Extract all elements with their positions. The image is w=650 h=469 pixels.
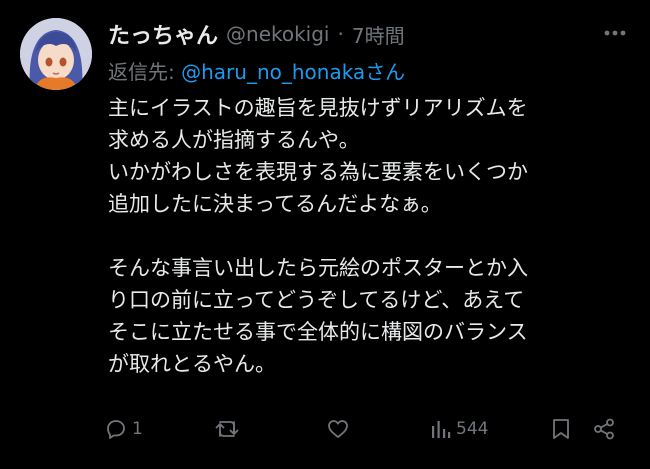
reply-context: 返信先: @haru_no_honakaさん [108, 56, 405, 85]
text-line: いかがわしさを表現する為に要素をいくつか [108, 160, 528, 184]
text-line: そこに立たせる事で全体的に構図のバランス [108, 320, 528, 344]
text-line: そんな事言い出したら元絵のポスターとか入 [108, 256, 528, 280]
avatar[interactable] [20, 18, 92, 90]
text-line: 求める人が指摘するんや。 [108, 128, 360, 152]
views-button[interactable]: 544 [430, 418, 550, 440]
tweet-text: 主にイラストの趣旨を見抜けずリアリズムを 求める人が指摘するんや。 いかがわしさ… [108, 92, 628, 380]
retweet-icon [215, 421, 239, 437]
user-handle[interactable]: @nekokigi [226, 22, 329, 46]
reply-to-suffix[interactable]: さん [365, 60, 405, 84]
tweet-actions: 1 544 [104, 414, 632, 444]
text-line: 主にイラストの趣旨を見抜けずリアリズムを [108, 96, 528, 120]
like-button[interactable] [326, 417, 430, 441]
reply-count: 1 [132, 419, 143, 439]
heart-icon [328, 420, 348, 438]
tweet-header: たっちゃん @nekokigi · 7時間 [108, 18, 590, 50]
text-line: り口の前に立ってどうぞしてるけど、あえて [108, 288, 525, 312]
header-separator: · [337, 22, 344, 46]
views-icon [432, 421, 451, 438]
share-button[interactable] [592, 417, 616, 441]
tweet-timestamp[interactable]: 7時間 [352, 20, 405, 49]
bookmark-icon [553, 419, 569, 439]
more-button[interactable] [602, 22, 628, 44]
reply-to-link[interactable]: @haru_no_honaka [181, 60, 365, 84]
more-icon [604, 30, 626, 36]
text-line: が取れとるやん。 [108, 352, 276, 376]
retweet-button[interactable] [214, 417, 326, 441]
display-name[interactable]: たっちゃん [108, 18, 218, 50]
avatar-illustration [20, 18, 92, 90]
reply-icon [107, 420, 125, 439]
text-line: 追加したに決まってるんだよなぁ。 [108, 192, 442, 216]
bookmark-button[interactable] [550, 417, 592, 441]
views-count: 544 [456, 419, 489, 439]
reply-prefix: 返信先: [108, 60, 182, 84]
share-icon [594, 418, 614, 440]
reply-button[interactable]: 1 [104, 417, 214, 441]
